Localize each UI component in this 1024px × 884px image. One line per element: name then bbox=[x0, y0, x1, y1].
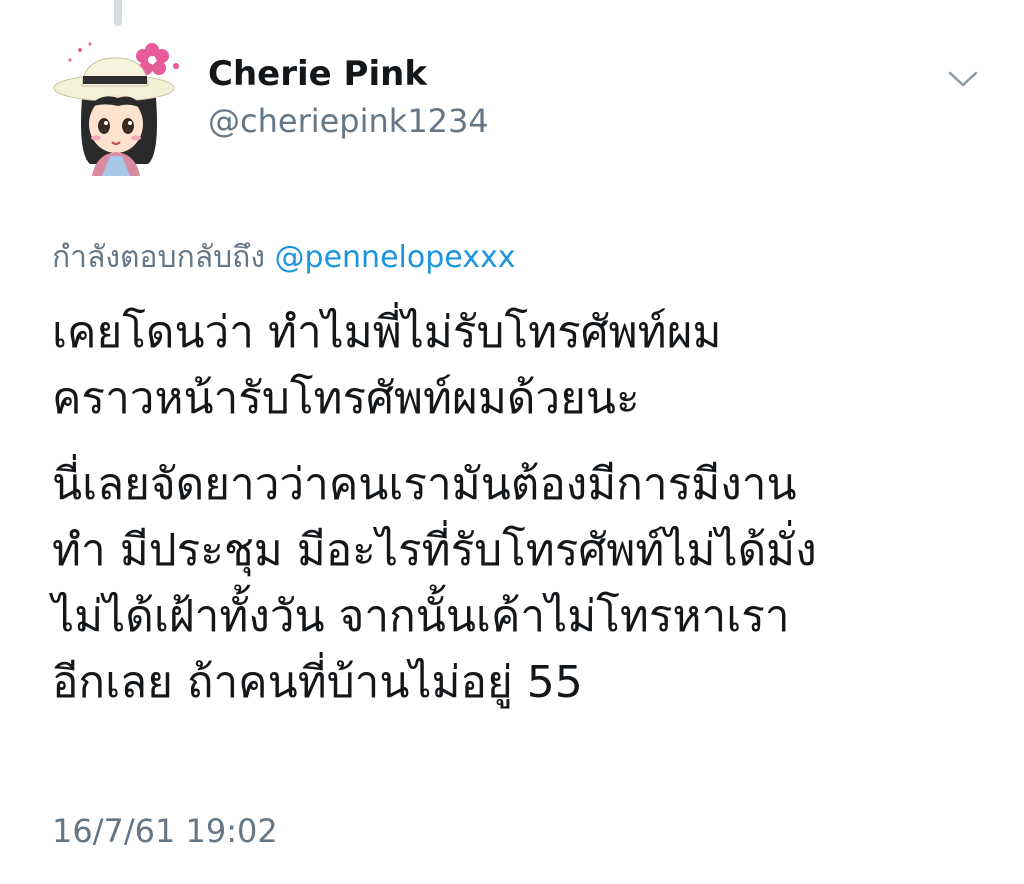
replying-to: กำลังตอบกลับถึง @pennelopexxx bbox=[52, 234, 515, 281]
replying-to-label: กำลังตอบกลับถึง bbox=[52, 240, 265, 275]
chevron-down-icon[interactable] bbox=[946, 68, 980, 90]
avatar[interactable] bbox=[52, 36, 184, 176]
tweet-timestamp[interactable]: 16/7/61 19:02 bbox=[52, 812, 278, 850]
thread-connector-line bbox=[114, 0, 122, 26]
tweet-text-line: ไม่ได้เฝ้าทั้งวัน จากนั้นเค้าไม่โทรหาเรา bbox=[52, 591, 790, 642]
tweet-text-line: ทำ มีประชุม มีอะไรที่รับโทรศัพท์ไม่ได้มั… bbox=[52, 525, 817, 576]
tweet-text-line: นี่เลยจัดยาวว่าคนเรามันต้องมีการมีงาน bbox=[52, 459, 797, 510]
author-handle[interactable]: @cheriepink1234 bbox=[208, 102, 489, 140]
author-display-name[interactable]: Cherie Pink bbox=[208, 54, 427, 94]
reply-mention-link[interactable]: @pennelopexxx bbox=[275, 240, 516, 275]
tweet-text-line: คราวหน้ารับโทรศัพท์ผมด้วยนะ bbox=[52, 373, 640, 424]
tweet-text-line: อีกเลย ถ้าคนที่บ้านไม่อยู่ 55 bbox=[52, 657, 583, 708]
tweet-text-line: เคยโดนว่า ทำไมพี่ไม่รับโทรศัพท์ผม bbox=[52, 307, 722, 358]
avatar-icon bbox=[53, 42, 179, 176]
tweet-text: เคยโดนว่า ทำไมพี่ไม่รับโทรศัพท์ผม คราวหน… bbox=[52, 300, 992, 716]
